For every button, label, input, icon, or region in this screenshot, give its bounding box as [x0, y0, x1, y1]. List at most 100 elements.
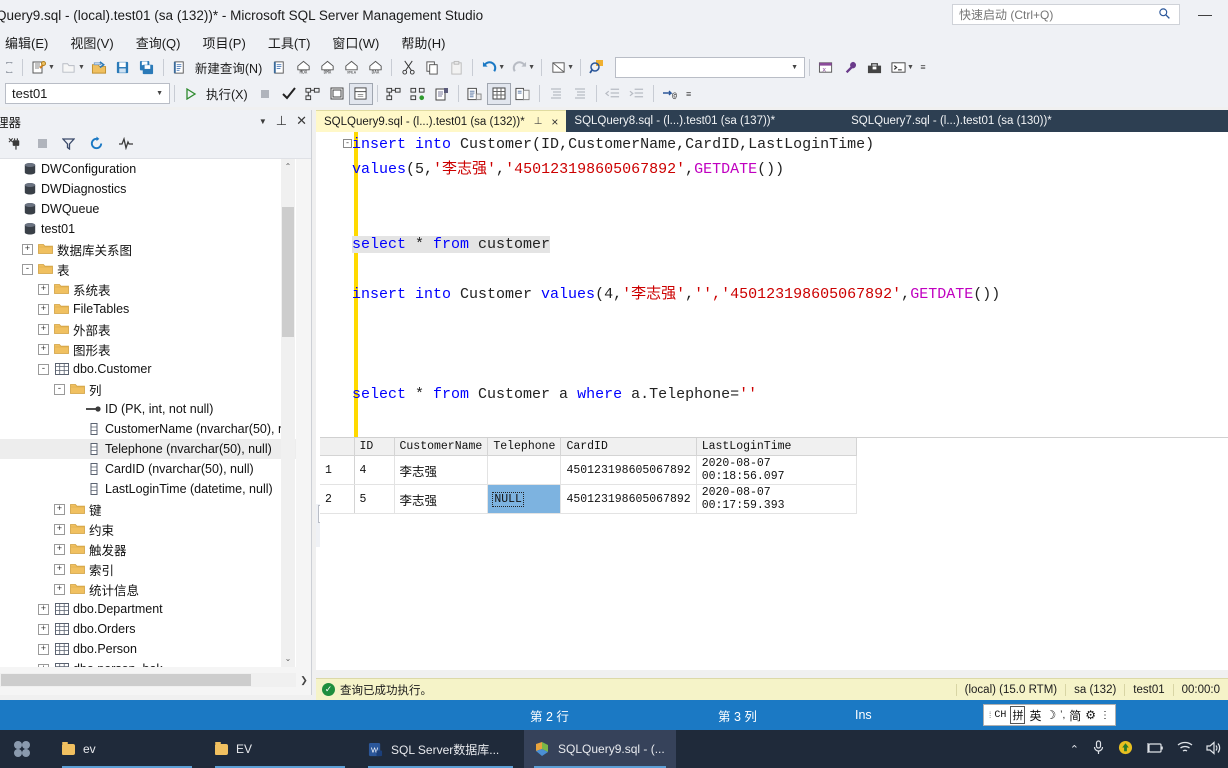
menu-item-3[interactable]: 项目(P): [191, 31, 256, 54]
expand-icon[interactable]: +: [54, 523, 65, 535]
menu-item-0[interactable]: 编辑(E): [0, 31, 59, 54]
quick-launch-box[interactable]: [952, 4, 1180, 25]
comment-icon[interactable]: [544, 83, 568, 105]
taskbar-item-ev-2[interactable]: EV: [205, 730, 355, 768]
column-header-3[interactable]: Telephone: [487, 438, 562, 456]
expand-icon[interactable]: +: [54, 563, 65, 575]
tree-node-25[interactable]: + dbo.person_bak: [0, 659, 296, 667]
ime-grip-icon[interactable]: ⁞: [989, 710, 991, 720]
column-header-1[interactable]: ID: [354, 438, 395, 456]
tree-node-21[interactable]: + 统计信息: [0, 579, 296, 599]
sqlcmd-mode-icon[interactable]: [430, 83, 454, 105]
properties-window-icon[interactable]: [546, 56, 570, 78]
include-live-stats-icon[interactable]: [406, 83, 430, 105]
toolbar-overflow-icon[interactable]: ≡: [682, 83, 696, 105]
paste-icon[interactable]: [444, 56, 468, 78]
expand-icon[interactable]: +: [54, 503, 65, 515]
object-explorer-tree[interactable]: DWConfiguration DWDiagnostics DWQueue test0…: [0, 159, 296, 667]
expand-icon[interactable]: +: [54, 543, 65, 555]
column-header-0[interactable]: [320, 438, 355, 456]
menu-item-5[interactable]: 窗口(W): [321, 31, 390, 54]
cell-customername[interactable]: 李志强: [394, 484, 489, 514]
column-header-4[interactable]: CardID: [560, 438, 697, 456]
tree-node-19[interactable]: + 触发器: [0, 539, 296, 559]
parse-check-icon[interactable]: [277, 83, 301, 105]
battery-icon[interactable]: [1146, 742, 1164, 757]
tree-node-9[interactable]: + 图形表: [0, 339, 296, 359]
new-analysis-query-icon[interactable]: [267, 56, 291, 78]
tree-node-16[interactable]: LastLoginTime (datetime, null): [0, 479, 296, 499]
tree-node-13[interactable]: CustomerName (nvarchar(50), no: [0, 419, 296, 439]
connect-icon[interactable]: [8, 137, 23, 154]
cell-cardid[interactable]: 450123198605067892: [560, 484, 697, 514]
close-icon[interactable]: ✕: [296, 113, 307, 129]
tree-node-18[interactable]: + 约束: [0, 519, 296, 539]
editor-tab-1[interactable]: SQLQuery8.sql - (l...).test01 (sa (137))…: [566, 110, 783, 132]
find-icon[interactable]: [585, 56, 609, 78]
menu-item-6[interactable]: 帮助(H): [390, 31, 456, 54]
tree-node-3[interactable]: test01: [0, 219, 296, 239]
expand-icon[interactable]: +: [38, 623, 49, 635]
save-icon[interactable]: [111, 56, 135, 78]
tree-node-7[interactable]: + FileTables: [0, 299, 296, 319]
new-xmla-query-icon[interactable]: XMLA: [339, 56, 363, 78]
save-all-icon[interactable]: [135, 56, 159, 78]
new-project-icon[interactable]: [27, 56, 51, 78]
expand-icon[interactable]: +: [38, 283, 49, 295]
toolbox-icon[interactable]: [862, 56, 886, 78]
new-query-label[interactable]: 新建查询(N): [192, 56, 267, 78]
redo-icon[interactable]: [507, 56, 531, 78]
expand-icon[interactable]: +: [38, 643, 49, 655]
quick-launch-input[interactable]: [953, 7, 1153, 22]
volume-icon[interactable]: [1206, 740, 1222, 758]
open-file-icon[interactable]: [57, 56, 81, 78]
code-line-4[interactable]: select * from Customer a where a.Telepho…: [352, 382, 757, 407]
tree-node-14[interactable]: Telephone (nvarchar(50), null): [0, 439, 296, 459]
open-folder-icon[interactable]: [87, 56, 111, 78]
code-fold-toggle[interactable]: -: [343, 139, 352, 148]
show-hidden-icons-chevron[interactable]: ⌃: [1070, 743, 1079, 756]
tree-node-23[interactable]: + dbo.Orders: [0, 619, 296, 639]
ime-english-icon[interactable]: 英: [1029, 707, 1041, 724]
play-icon[interactable]: [179, 83, 203, 105]
close-icon[interactable]: ×: [551, 115, 558, 129]
tree-node-17[interactable]: + 键: [0, 499, 296, 519]
stop-icon[interactable]: [253, 83, 277, 105]
ime-lang[interactable]: CH: [994, 710, 1006, 721]
results-to-text-icon[interactable]: [463, 83, 487, 105]
chevron-down-icon[interactable]: ▼: [156, 90, 167, 97]
expand-icon[interactable]: +: [38, 303, 49, 315]
tree-node-2[interactable]: DWQueue: [0, 199, 296, 219]
code-line-2[interactable]: select * from customer: [352, 232, 551, 257]
wifi-icon[interactable]: [1177, 741, 1193, 757]
ime-punctuation-icon[interactable]: ʼ,: [1060, 710, 1065, 721]
collapse-icon[interactable]: -: [54, 383, 65, 395]
tree-node-11[interactable]: -列: [0, 379, 296, 399]
expand-icon[interactable]: +: [22, 243, 33, 255]
taskbar-item-ev-1[interactable]: ev: [52, 730, 202, 768]
taskbar-item-word-doc[interactable]: W SQL Server数据库...: [358, 730, 523, 768]
code-line-1[interactable]: values(5,'李志强','450123198605067892',GETD…: [352, 157, 784, 182]
new-mdx-query-icon[interactable]: MDX: [291, 56, 315, 78]
ime-language-bar[interactable]: ⁞ CH 拼 英 ☽ ʼ, 简 ⚙ ⋮: [982, 704, 1116, 726]
tree-node-4[interactable]: + 数据库关系图: [0, 239, 296, 259]
cell-n[interactable]: 1: [320, 455, 355, 485]
expand-icon[interactable]: +: [38, 343, 49, 355]
tree-node-12[interactable]: ID (PK, int, not null): [0, 399, 296, 419]
new-query-doc-icon[interactable]: [168, 56, 192, 78]
editor-tab-2[interactable]: SQLQuery7.sql - (l...).test01 (sa (130))…: [843, 110, 1060, 132]
tools-wrench-icon[interactable]: [838, 56, 862, 78]
object-explorer-details-icon[interactable]: x: [814, 56, 838, 78]
chevron-down-icon[interactable]: ▼: [259, 117, 267, 126]
disconnect-icon[interactable]: [37, 138, 48, 152]
uncomment-icon[interactable]: [568, 83, 592, 105]
update-icon[interactable]: [1118, 740, 1133, 758]
results-to-grid-icon[interactable]: [486, 82, 511, 105]
collapse-icon[interactable]: -: [38, 363, 49, 375]
include-actual-plan-icon[interactable]: [348, 82, 373, 105]
filter-icon[interactable]: [61, 137, 76, 153]
pin-icon[interactable]: ⊥: [276, 113, 287, 129]
undo-icon[interactable]: [477, 56, 501, 78]
menu-item-2[interactable]: 查询(Q): [125, 31, 192, 54]
query-options-icon[interactable]: [325, 83, 349, 105]
